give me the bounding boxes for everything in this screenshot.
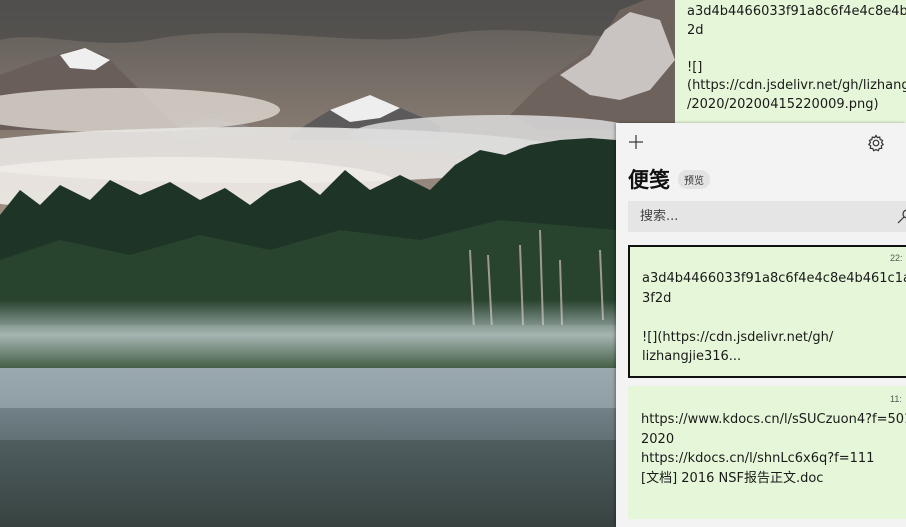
page-title: 便笺 bbox=[628, 168, 670, 192]
preview-badge: 预览 bbox=[678, 169, 710, 189]
note-window[interactable]: a3d4b4466033f91a8c6f4e4c8e4b46 2d ![] (h… bbox=[675, 0, 906, 124]
note-timestamp: 11: bbox=[890, 394, 902, 404]
note-timestamp: 22: bbox=[890, 253, 903, 263]
note-card[interactable]: 22: a3d4b4466033f91a8c6f4e4c8e4b461c1a53… bbox=[628, 245, 906, 378]
search-icon[interactable] bbox=[896, 209, 906, 225]
search-box[interactable] bbox=[628, 201, 906, 232]
plus-icon bbox=[629, 135, 643, 149]
search-input[interactable] bbox=[640, 209, 880, 224]
note-card[interactable]: 11: https://www.kdocs.cn/l/sSUCzuon4?f=5… bbox=[628, 386, 906, 519]
sticky-notes-list-window: 便笺 预览 22: a3d4b4466033f91a8c6f4e4c8e4b46… bbox=[616, 123, 906, 527]
heading-row: 便笺 预览 bbox=[628, 163, 710, 195]
gear-icon bbox=[867, 134, 885, 152]
note-content[interactable]: a3d4b4466033f91a8c6f4e4c8e4b46 2d ![] (h… bbox=[687, 3, 906, 114]
note-preview-text: a3d4b4466033f91a8c6f4e4c8e4b461c1a53 3f2… bbox=[642, 271, 906, 364]
note-preview-text: https://www.kdocs.cn/l/sSUCzuon4?f=501 2… bbox=[641, 412, 906, 486]
settings-button[interactable] bbox=[866, 133, 886, 153]
title-bar[interactable] bbox=[616, 123, 906, 163]
new-note-button[interactable] bbox=[626, 132, 646, 152]
